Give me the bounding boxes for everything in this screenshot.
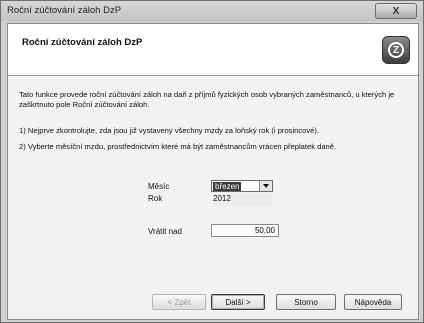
cancel-button[interactable]: Storno — [276, 294, 336, 310]
chevron-down-icon — [263, 184, 269, 188]
close-icon: X — [392, 5, 400, 17]
logo-glyph: Z — [392, 44, 400, 56]
close-button[interactable]: X — [375, 3, 417, 19]
window-title: Roční zúčtování záloh DzP — [7, 5, 122, 16]
month-label: Měsíc — [148, 182, 170, 191]
page-title: Roční zúčtování záloh DzP — [22, 37, 143, 48]
year-label: Rok — [148, 194, 163, 203]
back-button[interactable]: < Zpět — [152, 294, 206, 310]
description-text: Tato funkce provede roční zúčtování zálo… — [19, 90, 395, 109]
next-button[interactable]: Další > — [211, 294, 265, 310]
refund-threshold-input[interactable] — [211, 224, 279, 237]
wizard-header: Roční zúčtování záloh DzP Z — [8, 24, 418, 76]
dialog-content: Roční zúčtování záloh DzP Z Tato funkce … — [7, 23, 419, 320]
instruction-step-1: 1) Nejprve zkontrolujte, zda jsou již vy… — [19, 126, 320, 135]
month-select[interactable]: březen — [211, 180, 273, 192]
refund-threshold-label: Vrátit nad — [148, 227, 182, 236]
title-bar[interactable]: Roční zúčtování záloh DzP X — [1, 1, 423, 21]
month-selected-value: březen — [213, 182, 242, 191]
year-value: 2012 — [213, 194, 273, 206]
app-logo-icon: Z — [382, 36, 410, 64]
instruction-step-2: 2) Vyberte měsíční mzdu, prostřednictvím… — [19, 142, 337, 151]
month-dropdown-button[interactable] — [259, 181, 272, 191]
wizard-window: Roční zúčtování záloh DzP X Roční zúčtov… — [0, 0, 424, 323]
help-button[interactable]: Nápověda — [344, 294, 402, 310]
